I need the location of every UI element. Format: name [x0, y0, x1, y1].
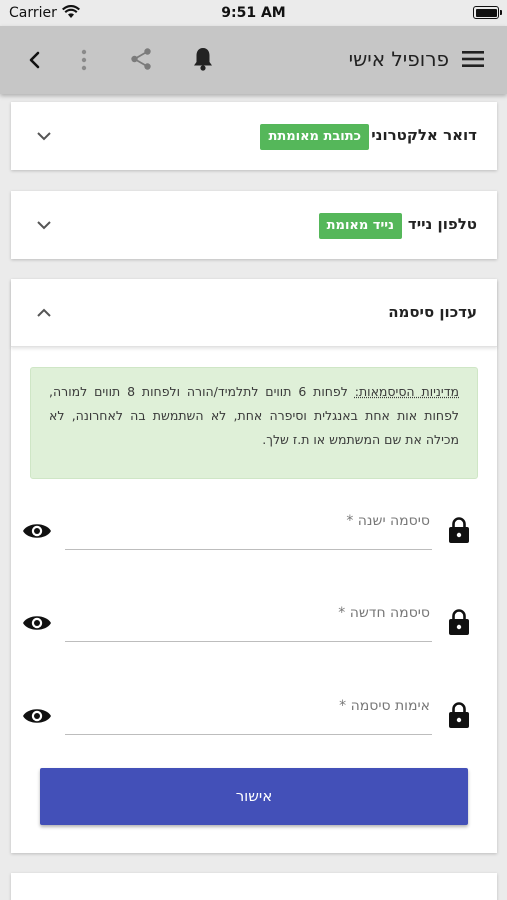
- password-policy-term: מדיניות הסיסמאות:: [354, 384, 460, 399]
- email-section-header[interactable]: דואר אלקטרוני כתובת מאומתת: [11, 102, 497, 170]
- phone-section[interactable]: טלפון נייד נייד מאומת: [11, 191, 497, 259]
- eye-icon[interactable]: [22, 705, 52, 727]
- confirm-password-field: אימות סיסמה *: [20, 695, 470, 745]
- phone-verified-badge: נייד מאומת: [318, 213, 402, 239]
- eye-icon[interactable]: [22, 520, 52, 542]
- share-icon[interactable]: [129, 47, 153, 71]
- new-password-label: סיסמה חדשה *: [338, 605, 430, 621]
- menu-icon[interactable]: [462, 50, 484, 68]
- password-section-title: עדכון סיסמה: [388, 303, 477, 321]
- more-vert-icon[interactable]: [78, 48, 90, 72]
- password-section: עדכון סיסמה מדיניות הסיסמאות: לפחות 6 תו…: [11, 279, 497, 853]
- next-section-card: [11, 873, 497, 900]
- chevron-up-icon[interactable]: [34, 303, 54, 323]
- old-password-field: סיסמה ישנה *: [20, 510, 470, 560]
- phone-section-title: טלפון נייד: [407, 215, 477, 233]
- page-title: פרופיל אישי: [348, 47, 449, 71]
- old-password-label: סיסמה ישנה *: [346, 513, 430, 529]
- lock-icon: [449, 702, 469, 728]
- clock: 9:51 AM: [221, 5, 286, 21]
- chevron-down-icon[interactable]: [34, 215, 54, 235]
- email-verified-badge: כתובת מאומתת: [260, 124, 369, 150]
- bell-icon[interactable]: [191, 46, 215, 72]
- back-icon[interactable]: [24, 48, 44, 72]
- app-bar: פרופיל אישי: [0, 26, 507, 94]
- email-section[interactable]: דואר אלקטרוני כתובת מאומתת: [11, 102, 497, 170]
- password-policy-box: מדיניות הסיסמאות: לפחות 6 תווים לתלמיד/ה…: [30, 367, 478, 479]
- lock-icon: [449, 609, 469, 635]
- email-section-title: דואר אלקטרוני: [371, 126, 477, 144]
- confirm-password-label: אימות סיסמה *: [339, 698, 430, 714]
- phone-section-header[interactable]: טלפון נייד נייד מאומת: [11, 191, 497, 259]
- lock-icon: [449, 517, 469, 543]
- new-password-field: סיסמה חדשה *: [20, 602, 470, 652]
- password-section-header[interactable]: עדכון סיסמה: [11, 279, 497, 347]
- eye-icon[interactable]: [22, 612, 52, 634]
- status-bar: Carrier 9:51 AM: [0, 0, 507, 26]
- battery-icon: [473, 6, 502, 19]
- submit-button[interactable]: אישור: [40, 768, 468, 825]
- chevron-down-icon[interactable]: [34, 126, 54, 146]
